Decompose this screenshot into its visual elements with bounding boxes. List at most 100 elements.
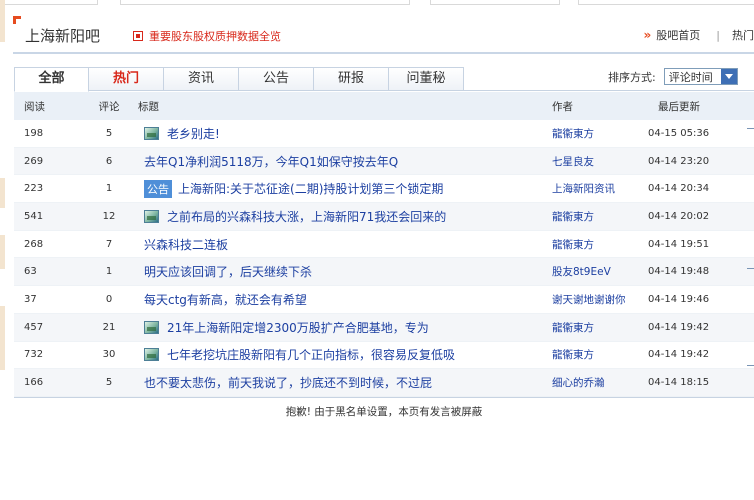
chevron-down-icon[interactable] [720, 69, 737, 84]
tab-hot[interactable]: 热门 [89, 67, 164, 91]
read-count: 268 [24, 238, 44, 250]
comment-count: 21 [102, 321, 116, 333]
table-row: 223 1 公告 上海新阳:关于芯征途(二期)持股计划第三个锁定期 上海新阳资讯 04-1… [14, 175, 754, 204]
bar-title: 上海新阳吧 [25, 27, 101, 45]
author-cell: 上海新阳资讯 [538, 181, 642, 196]
post-title-link[interactable]: 七年老挖坑庄股新阳有几个正向指标，很容易反复低吸 [167, 346, 455, 363]
post-title-link[interactable]: 明天应该回调了，后天继续下杀 [144, 263, 312, 280]
double-chevron-icon: » [643, 28, 652, 42]
author-cell: 龍衞東方 [538, 126, 642, 141]
author-link[interactable]: 龍衞東方 [552, 128, 594, 140]
edge-tick [747, 365, 754, 366]
table-row: 166 5 也不要太悲伤，前天我说了，抄底还不到时候，不过屁 细心的乔瀚 04-14 1… [14, 369, 754, 397]
post-title-cell: 去年Q1净利润5118万，今年Q1如保守按去年Q [132, 153, 538, 170]
comment-count: 7 [105, 238, 113, 250]
author-cell: 股友8t9EeV [538, 264, 642, 279]
tabs: 全部 热门 资讯 公告 研报 问董秘 [14, 67, 464, 92]
post-title-cell: 兴森科技二连板 [132, 236, 538, 253]
read-count: 198 [24, 127, 44, 139]
read-count: 732 [24, 349, 44, 361]
author-cell: 龍衞東方 [538, 347, 642, 362]
author-cell: 龍衞東方 [538, 237, 642, 252]
tab-bar: 全部 热门 资讯 公告 研报 问董秘 排序方式: 评论时间 [14, 67, 754, 92]
guba-home-link[interactable]: 股吧首页 [656, 27, 700, 43]
read-count: 541 [24, 210, 44, 222]
post-title-link[interactable]: 上海新阳:关于芯征途(二期)持股计划第三个锁定期 [178, 180, 443, 197]
read-count: 223 [24, 183, 44, 195]
post-title-link[interactable]: 之前布局的兴森科技大涨，上海新阳71我还会回来的 [167, 208, 446, 225]
author-link[interactable]: 龍衞東方 [552, 211, 594, 223]
last-updated: 04-14 18:15 [648, 377, 710, 389]
post-title-cell: 七年老挖坑庄股新阳有几个正向指标，很容易反复低吸 [132, 346, 538, 363]
post-title-link[interactable]: 兴森科技二连板 [144, 236, 228, 253]
author-link[interactable]: 七星良友 [552, 156, 594, 168]
author-link[interactable]: 龍衞東方 [552, 322, 594, 334]
left-edge-mark [0, 306, 5, 370]
post-title-cell: 明天应该回调了，后天继续下杀 [132, 263, 538, 280]
tab-all[interactable]: 全部 [14, 67, 89, 92]
table-row: 269 6 去年Q1净利润5118万，今年Q1如保守按去年Q 七星良友 04-14 23… [14, 147, 754, 176]
sort-label: 排序方式: [608, 70, 656, 84]
image-icon [144, 320, 159, 334]
hot-link[interactable]: 热门 [732, 27, 754, 43]
table-row: 63 1 明天应该回调了，后天继续下杀 股友8t9EeV 04-14 19:48 [14, 258, 754, 287]
last-updated: 04-14 20:34 [648, 183, 710, 195]
author-cell: 细心的乔瀚 [538, 375, 642, 390]
col-title: 标题 [138, 100, 159, 113]
tab-research[interactable]: 研报 [314, 67, 389, 91]
top-frame-2 [120, 0, 410, 5]
image-icon [144, 209, 159, 223]
col-author: 作者 [552, 100, 573, 113]
post-title-link[interactable]: 每天ctg有新高，就还会有希望 [144, 291, 307, 308]
image-icon [144, 126, 159, 140]
comment-count: 1 [105, 183, 113, 195]
post-title-cell: 也不要太悲伤，前天我说了，抄底还不到时候，不过屁 [132, 374, 538, 391]
comment-count: 12 [102, 210, 116, 222]
left-edge-mark [0, 0, 5, 42]
tab-ask-secretary[interactable]: 问董秘 [389, 67, 464, 91]
edge-tick [747, 268, 754, 269]
last-updated: 04-14 19:42 [648, 349, 710, 361]
header-links: » 股吧首页 | 热门 [644, 27, 754, 43]
post-title-cell: 公告 上海新阳:关于芯征途(二期)持股计划第三个锁定期 [132, 179, 538, 198]
table-row: 198 5 老乡别走! 龍衞東方 04-15 05:36 [14, 120, 754, 148]
author-cell: 龍衞東方 [538, 320, 642, 335]
post-title-cell: 老乡别走! [132, 125, 538, 142]
post-title-link[interactable]: 也不要太悲伤，前天我说了，抄底还不到时候，不过屁 [144, 374, 432, 391]
left-edge-mark [0, 178, 5, 208]
sort-select[interactable]: 评论时间 [663, 68, 738, 85]
last-updated: 04-14 19:42 [648, 321, 710, 333]
sort-value: 评论时间 [668, 70, 713, 84]
col-updated: 最后更新 [658, 100, 700, 113]
blacklist-note: 抱歉! 由于黑名单设置，本页有发言被屏蔽 [285, 406, 483, 418]
table-header: 阅读 评论 标题 作者 最后更新 [14, 92, 754, 120]
comment-count: 5 [105, 377, 113, 389]
post-title-link[interactable]: 老乡别走! [167, 125, 220, 142]
post-title-cell: 21年上海新阳定增2300万股扩产合肥基地，专为 [132, 319, 538, 336]
col-read: 阅读 [24, 100, 45, 113]
post-title-cell: 之前布局的兴森科技大涨，上海新阳71我还会回来的 [132, 208, 538, 225]
author-link[interactable]: 细心的乔瀚 [552, 377, 605, 389]
post-title-cell: 每天ctg有新高，就还会有希望 [132, 291, 538, 308]
read-count: 269 [24, 155, 44, 167]
tab-announcements[interactable]: 公告 [239, 67, 314, 91]
author-link[interactable]: 股友8t9EeV [552, 266, 611, 278]
read-count: 63 [24, 266, 37, 278]
top-frame-3 [430, 0, 560, 5]
author-link[interactable]: 龍衞東方 [552, 239, 594, 251]
corner-accent-icon [13, 16, 21, 24]
author-cell: 谢天谢地谢谢你 [538, 292, 642, 307]
left-edge-mark [0, 235, 5, 269]
pledge-notice-link[interactable]: 重要股东股权质押数据全览 [133, 28, 281, 44]
top-frame-4 [578, 0, 754, 5]
read-count: 37 [24, 293, 37, 305]
post-title-link[interactable]: 21年上海新阳定增2300万股扩产合肥基地，专为 [167, 319, 429, 336]
comment-count: 5 [105, 127, 113, 139]
author-link[interactable]: 龍衞東方 [552, 349, 594, 361]
post-title-link[interactable]: 去年Q1净利润5118万，今年Q1如保守按去年Q [144, 153, 398, 170]
comment-count: 0 [105, 293, 113, 305]
tab-news[interactable]: 资讯 [164, 67, 239, 91]
comment-count: 6 [105, 155, 113, 167]
author-link[interactable]: 上海新阳资讯 [552, 183, 615, 195]
author-link[interactable]: 谢天谢地谢谢你 [552, 294, 626, 306]
